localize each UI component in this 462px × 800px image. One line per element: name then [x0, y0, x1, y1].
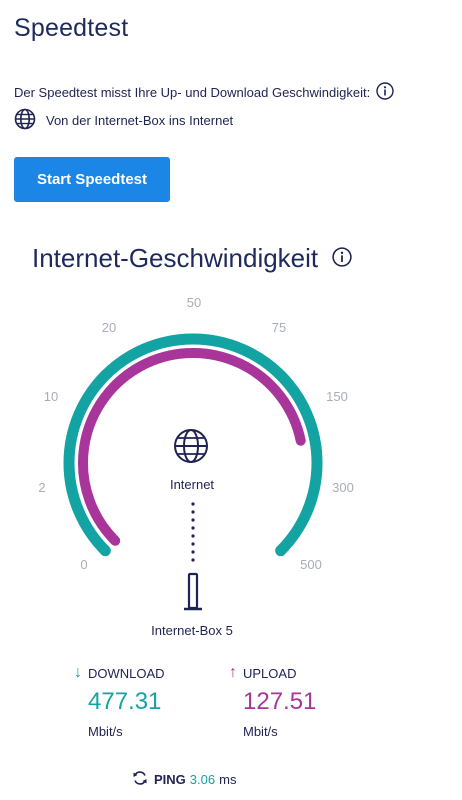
tick-label: 150	[326, 389, 348, 404]
start-speedtest-button[interactable]: Start Speedtest	[14, 157, 170, 202]
ping-unit: ms	[219, 772, 237, 787]
description-text: Der Speedtest misst Ihre Up- und Downloa…	[14, 85, 371, 100]
page-title: Speedtest	[14, 14, 129, 42]
section-title-text: Internet-Geschwindigkeit	[32, 243, 319, 273]
ping-value: 3.06	[189, 772, 216, 787]
speedtest-description: Der Speedtest misst Ihre Up- und Downloa…	[14, 82, 394, 103]
globe-icon	[14, 108, 36, 133]
device-label: Internet-Box 5	[151, 623, 233, 638]
speed-gauge: 0 2 10 20 50 75 150 300 500 Internet Int…	[38, 295, 354, 638]
section-title: Internet-Geschwindigkeit	[32, 243, 352, 274]
arrow-up-icon: ↑	[229, 664, 237, 681]
route-info: Von der Internet-Box ins Internet	[14, 108, 233, 133]
download-stat: ↓ DOWNLOAD 477.31 Mbit/s	[74, 664, 165, 739]
refresh-icon[interactable]	[132, 770, 148, 789]
info-icon[interactable]	[376, 82, 394, 103]
upload-label: UPLOAD	[243, 665, 297, 681]
internet-label: Internet	[170, 477, 214, 492]
info-icon[interactable]	[332, 243, 352, 274]
tick-label: 300	[332, 480, 354, 495]
upload-unit: Mbit/s	[243, 724, 278, 739]
tick-label: 20	[102, 320, 116, 335]
globe-icon	[174, 429, 208, 463]
download-label: DOWNLOAD	[88, 665, 165, 681]
router-icon	[184, 572, 202, 611]
tick-label: 0	[80, 557, 87, 572]
arrow-down-icon: ↓	[74, 664, 82, 681]
download-unit: Mbit/s	[88, 724, 123, 739]
tick-label: 75	[272, 320, 286, 335]
tick-label: 50	[187, 295, 201, 310]
download-value: 477.31	[88, 688, 162, 715]
tick-label: 500	[300, 557, 322, 572]
upload-stat: ↑ UPLOAD 127.51 Mbit/s	[229, 664, 316, 739]
route-text: Von der Internet-Box ins Internet	[46, 113, 234, 128]
connection-dots	[191, 502, 195, 562]
tick-label: 2	[38, 480, 45, 495]
ping-row: PING 3.06 ms	[132, 770, 236, 789]
upload-value: 127.51	[243, 688, 317, 715]
ping-label: PING	[154, 772, 186, 787]
tick-label: 10	[44, 389, 58, 404]
